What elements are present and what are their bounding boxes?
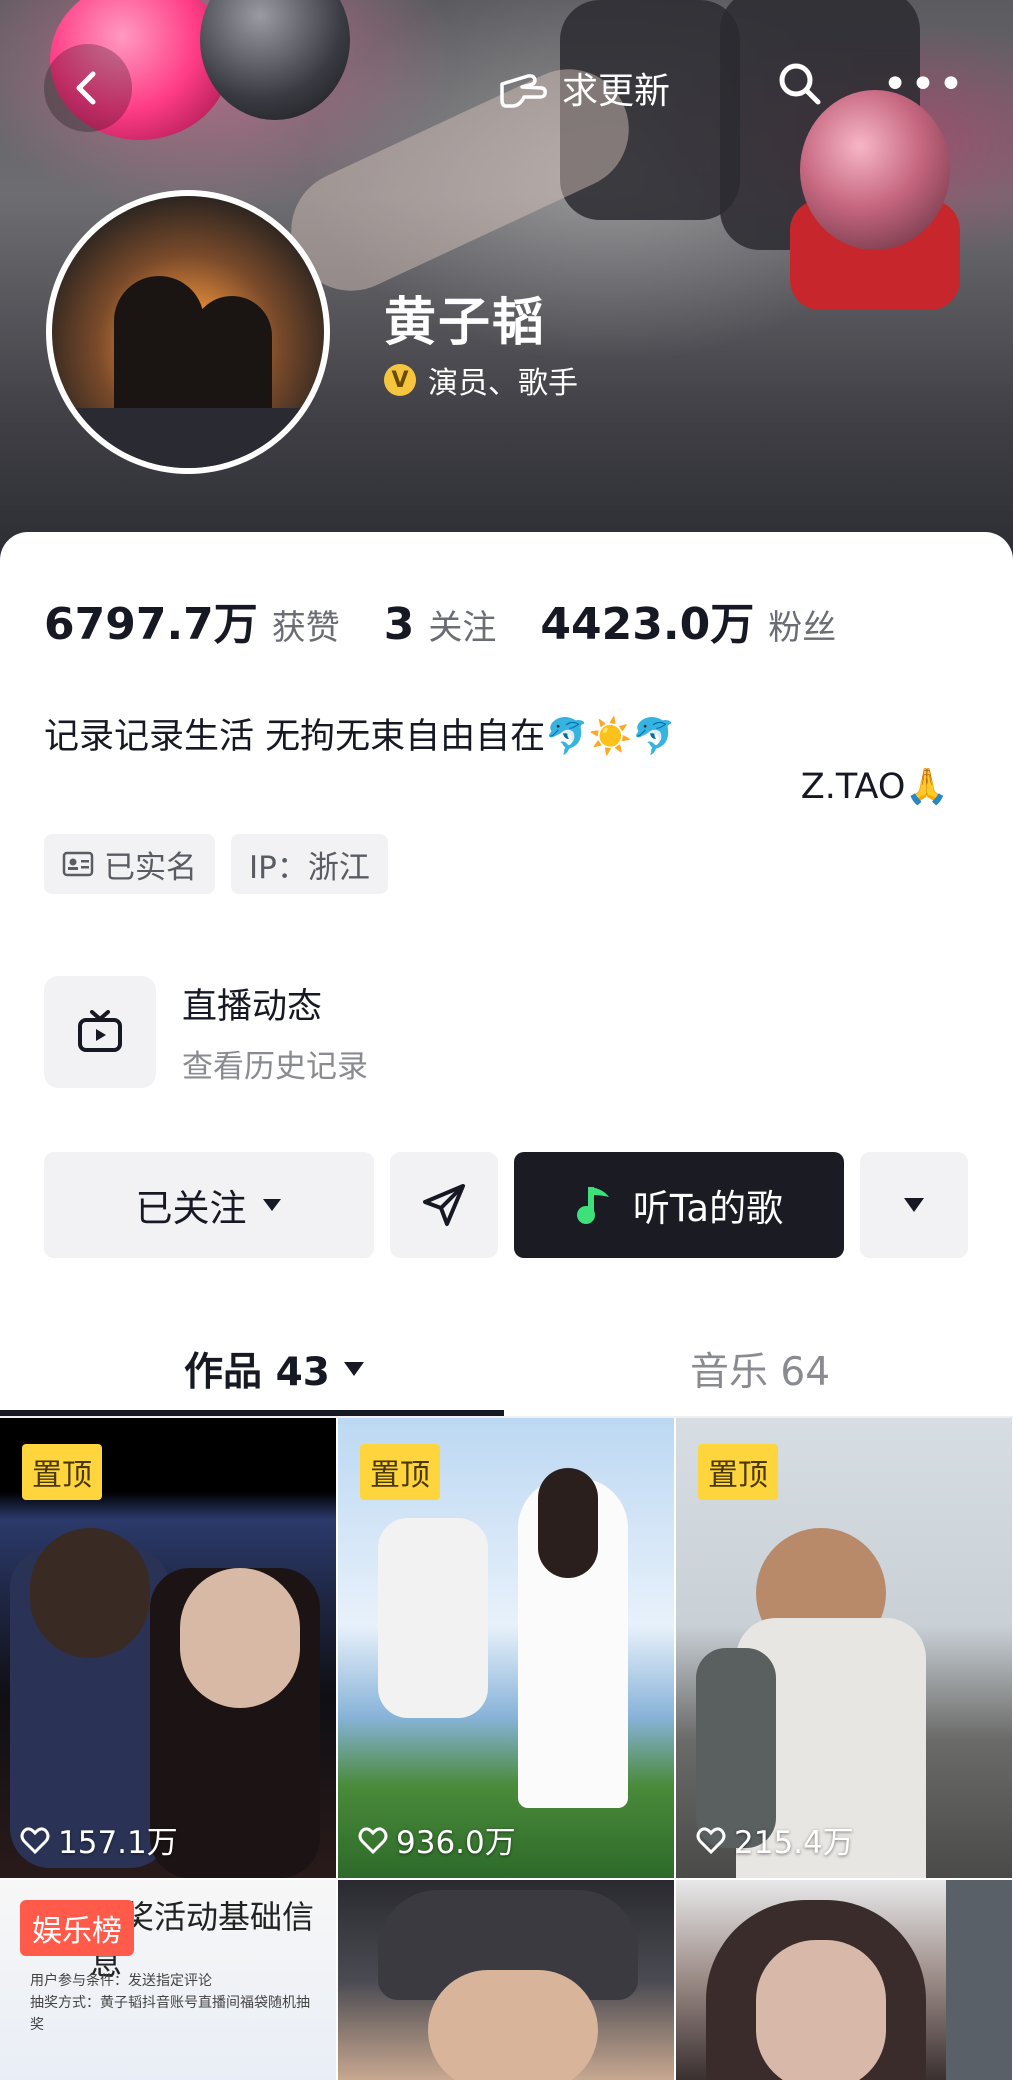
back-button[interactable] — [44, 44, 132, 132]
video-thumbnail[interactable]: 抽奖活动基础信息 用户参与条件：发送指定评论 抽奖方式：黄子韬抖音账号直播间福袋… — [0, 1880, 336, 2080]
action-buttons: 已关注 听Ta的歌 — [0, 1152, 1013, 1258]
bio-text: 记录记录生活 无拘无束自由自在🐬☀️🐬 — [44, 717, 676, 757]
live-text: 直播动态 查看历史记录 — [182, 978, 368, 1086]
like-count-value: 215.4万 — [734, 1825, 854, 1861]
search-icon — [779, 63, 821, 105]
listen-songs-label: 听Ta的歌 — [632, 1187, 784, 1230]
search-button[interactable] — [768, 52, 832, 116]
like-count-value: 936.0万 — [396, 1825, 516, 1861]
live-history-entry[interactable]: 直播动态 查看历史记录 — [44, 976, 368, 1088]
video-thumbnail[interactable]: 置顶 215.4万 — [676, 1418, 1012, 1878]
video-thumbnail[interactable]: 置顶 936.0万 — [338, 1418, 674, 1878]
like-count-value: 157.1万 — [58, 1825, 178, 1861]
followed-label: 已关注 — [135, 1187, 247, 1230]
listen-songs-button[interactable]: 听Ta的歌 — [514, 1152, 844, 1258]
entertainment-rank-badge: 娱乐榜 — [20, 1900, 134, 1956]
followed-button[interactable]: 已关注 — [44, 1152, 374, 1258]
profile-stats: 6797.7万 获赞 3 关注 4423.0万 粉丝 — [44, 588, 880, 652]
pinned-badge: 置顶 — [360, 1444, 440, 1500]
request-update-button[interactable]: 求更新 — [498, 58, 670, 118]
live-title: 直播动态 — [182, 987, 323, 1027]
caret-down-icon — [343, 1362, 364, 1376]
pinned-badge: 置顶 — [22, 1444, 102, 1500]
send-message-button[interactable] — [390, 1152, 498, 1258]
music-note-icon — [576, 1187, 609, 1224]
paper-plane-icon — [423, 1184, 465, 1226]
id-card-icon — [62, 851, 94, 877]
following-count[interactable]: 3 — [384, 599, 415, 650]
ip-location-tag: IP：浙江 — [231, 834, 388, 894]
live-tv-icon — [44, 976, 156, 1088]
video-thumbnail[interactable]: 置顶 157.1万 — [0, 1418, 336, 1878]
likes-count: 6797.7万 — [44, 599, 258, 650]
banner-moon-lamp — [200, 0, 350, 120]
live-subtitle: 查看历史记录 — [182, 1049, 368, 1085]
real-name-label: 已实名 — [104, 849, 197, 886]
more-icon: ••• — [882, 58, 966, 110]
avatar[interactable] — [46, 190, 330, 474]
chevron-left-icon — [76, 71, 96, 105]
ip-location-label: IP：浙江 — [249, 849, 370, 886]
profile-tags: 已实名 IP：浙江 — [44, 834, 388, 894]
video-thumbnail[interactable] — [338, 1880, 674, 2080]
heart-outline-icon — [358, 1826, 388, 1854]
likes-label: 获赞 — [271, 608, 340, 648]
verification-row: V 演员、歌手 — [384, 358, 578, 402]
tab-music[interactable]: 音乐 64 — [690, 1322, 830, 1416]
like-count: 157.1万 — [20, 1817, 178, 1862]
verification-title: 演员、歌手 — [428, 366, 578, 401]
profile-tabs: 作品 43 音乐 64 — [0, 1322, 1013, 1416]
followers-count[interactable]: 4423.0万 — [540, 588, 754, 652]
video-thumbnail[interactable] — [676, 1880, 1012, 2080]
more-options-button[interactable]: ••• — [882, 52, 966, 116]
like-count: 215.4万 — [696, 1817, 854, 1862]
bio-signature: Z.TAO🙏 — [800, 767, 949, 807]
tab-works-label: 作品 43 — [184, 1350, 330, 1395]
pointing-hand-icon — [500, 74, 547, 108]
heart-outline-icon — [696, 1826, 726, 1854]
heart-outline-icon — [20, 1826, 50, 1854]
following-label[interactable]: 关注 — [428, 600, 496, 649]
real-name-tag: 已实名 — [44, 834, 215, 894]
request-update-label: 求更新 — [562, 71, 671, 112]
profile-name: 黄子韬 — [384, 293, 547, 353]
caret-down-icon — [262, 1199, 281, 1211]
tab-works[interactable]: 作品 43 — [184, 1322, 366, 1416]
poster-body: 用户参与条件：发送指定评论 抽奖方式：黄子韬抖音账号直播间福袋随机抽奖 — [30, 1973, 310, 2033]
like-count: 936.0万 — [358, 1817, 516, 1862]
pinned-badge: 置顶 — [698, 1444, 778, 1500]
caret-down-icon — [904, 1198, 924, 1212]
verified-badge-icon: V — [384, 364, 416, 396]
followers-label[interactable]: 粉丝 — [768, 600, 836, 649]
tab-music-label: 音乐 64 — [690, 1350, 831, 1395]
more-actions-button[interactable] — [860, 1152, 968, 1258]
